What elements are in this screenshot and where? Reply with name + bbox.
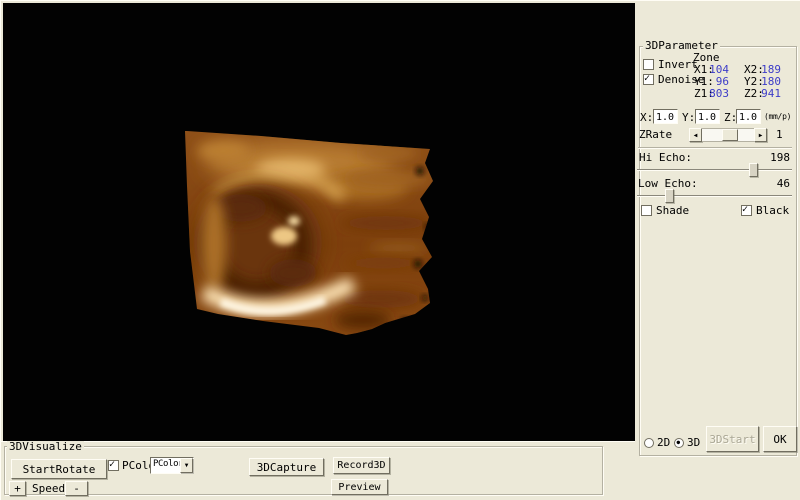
black-checkbox[interactable]: ✓	[741, 205, 752, 216]
mode-2d-radio-label: 2D	[657, 437, 670, 449]
visualize-panel: 3DVisualize StartRotate + Speed - ✓ PCol…	[1, 441, 635, 500]
scale-unit-label: (mm/p)	[764, 111, 791, 123]
zrate-scroll-right-button[interactable]: ▶	[754, 128, 767, 142]
speed-label: Speed	[32, 483, 65, 495]
mode-2d-radio[interactable]	[644, 438, 654, 448]
parameter-panel: 3DParameter Invert ✓ Denoise Zone X1: 10…	[635, 1, 800, 500]
scale-y-label: Y:	[682, 112, 695, 124]
record3d-button[interactable]: Record3D	[333, 457, 390, 474]
invert-checkbox-label: Invert	[658, 59, 698, 71]
scale-y-field-frame	[695, 109, 720, 124]
ok-button[interactable]: OK	[763, 426, 797, 452]
shade-checkbox[interactable]	[641, 205, 652, 216]
scale-x-label: X:	[640, 112, 653, 124]
zrate-scrollbar[interactable]: ◀ ▶	[689, 128, 767, 142]
hi-echo-slider[interactable]	[637, 163, 792, 177]
black-check-mark: ✓	[742, 204, 748, 215]
denoise-checkbox[interactable]: ✓	[643, 74, 654, 85]
scale-x-input[interactable]	[654, 111, 677, 124]
parameter-groupbox	[639, 46, 797, 456]
zrate-value: 1	[776, 129, 783, 141]
zrate-scroll-thumb[interactable]	[722, 129, 738, 141]
scale-z-field-frame	[736, 109, 761, 124]
dropdown-arrow-icon: ▼	[185, 462, 189, 469]
scroll-right-icon: ▶	[759, 132, 763, 139]
pcolor-check-mark: ✓	[109, 459, 115, 470]
render-viewport[interactable]	[3, 3, 635, 441]
parameter-divider	[638, 147, 792, 149]
scale-z-input[interactable]	[737, 111, 760, 124]
zrate-label: ZRate	[639, 129, 672, 141]
zone-z2-value: 941	[751, 88, 781, 100]
shade-checkbox-label: Shade	[656, 205, 689, 217]
low-echo-slider-track[interactable]	[637, 195, 792, 197]
low-echo-slider[interactable]	[637, 189, 792, 203]
speed-minus-button[interactable]: -	[65, 481, 88, 496]
preview-button[interactable]: Preview	[331, 479, 388, 495]
app-window: 3DParameter Invert ✓ Denoise Zone X1: 10…	[0, 0, 800, 500]
ultrasound-render	[3, 3, 635, 441]
3dstart-button[interactable]: 3DStart	[706, 426, 759, 452]
visualize-group-title: 3DVisualize	[7, 441, 84, 453]
pcolor-checkbox[interactable]: ✓	[108, 460, 119, 471]
mode-3d-radio-label: 3D	[687, 437, 700, 449]
scroll-left-icon: ◀	[694, 132, 698, 139]
pcolor-select[interactable]: PColor ▼	[150, 457, 194, 474]
zrate-scroll-left-button[interactable]: ◀	[689, 128, 702, 142]
3dcapture-button[interactable]: 3DCapture	[249, 458, 324, 476]
scale-y-input[interactable]	[696, 111, 719, 124]
black-checkbox-label: Black	[756, 205, 789, 217]
denoise-check-mark: ✓	[644, 73, 650, 84]
start-rotate-button[interactable]: StartRotate	[11, 459, 107, 479]
hi-echo-slider-track[interactable]	[637, 169, 792, 171]
mode-3d-radio-dot: ●	[677, 437, 681, 448]
mode-3d-radio[interactable]: ●	[674, 438, 684, 448]
pcolor-select-value: PColor	[151, 458, 180, 473]
zrate-scroll-track[interactable]	[702, 128, 754, 142]
pcolor-select-button[interactable]: ▼	[180, 458, 193, 473]
low-echo-slider-thumb[interactable]	[665, 189, 674, 203]
speed-plus-button[interactable]: +	[9, 481, 26, 496]
zone-z1-value: 803	[703, 88, 729, 100]
invert-checkbox[interactable]	[643, 59, 654, 70]
scale-x-field-frame	[653, 109, 678, 124]
hi-echo-slider-thumb[interactable]	[749, 163, 758, 177]
